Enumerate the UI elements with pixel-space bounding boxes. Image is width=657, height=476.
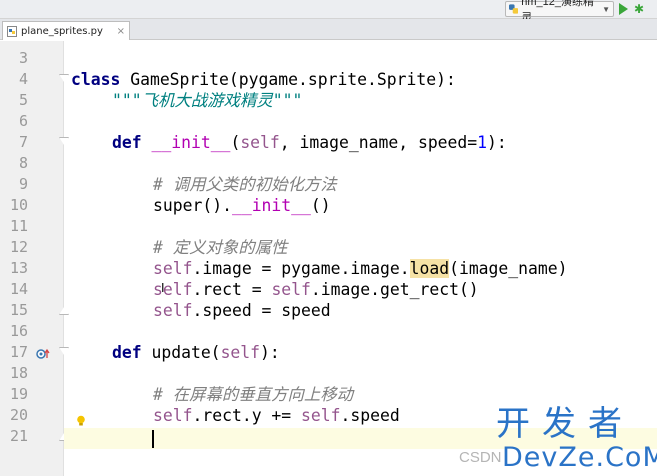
line-number: 21 bbox=[9, 427, 28, 445]
line-number: 14 bbox=[9, 280, 28, 298]
code-line-19: # 在屏幕的垂直方向上移动 bbox=[153, 385, 354, 404]
close-icon[interactable]: × bbox=[117, 26, 125, 37]
watermark-source: CSDN bbox=[459, 449, 502, 466]
python-icon bbox=[509, 4, 519, 14]
run-configuration-dropdown[interactable]: hm_12_演练精灵 ▼ bbox=[505, 0, 614, 24]
editor-tab-bar: plane_sprites.py × bbox=[0, 19, 657, 40]
override-method-icon[interactable] bbox=[36, 348, 50, 360]
line-number: 5 bbox=[18, 91, 28, 109]
line-number: 9 bbox=[18, 175, 28, 193]
line-number: 16 bbox=[9, 322, 28, 340]
text-caret bbox=[152, 430, 154, 448]
line-number: 15 bbox=[9, 301, 28, 319]
line-number: 13 bbox=[9, 259, 28, 277]
line-number: 17 bbox=[9, 343, 28, 361]
line-number: 10 bbox=[9, 196, 28, 214]
line-number: 8 bbox=[18, 154, 28, 172]
line-number: 7 bbox=[18, 133, 28, 151]
code-line-15: self.speed = speed bbox=[153, 301, 331, 320]
code-line-13: self.image = pygame.image.load(image_nam… bbox=[153, 259, 568, 278]
code-line-7: def __init__(self, image_name, speed=1): bbox=[112, 133, 507, 152]
debug-bug-icon[interactable]: ✱ bbox=[634, 2, 646, 16]
line-number-gutter: 3 4 5 6 7 8 9 10 11 12 13 14 15 16 17 18… bbox=[0, 41, 69, 476]
code-line-14: self.rect = self.image.get_rect() bbox=[153, 280, 479, 299]
code-line-4: class GameSprite(pygame.sprite.Sprite): bbox=[71, 70, 456, 89]
play-icon[interactable] bbox=[619, 3, 628, 15]
tab-plane-sprites[interactable]: plane_sprites.py × bbox=[2, 21, 130, 40]
line-number: 3 bbox=[18, 49, 28, 67]
code-line-20: self.rect.y += self.speed bbox=[153, 406, 400, 425]
tab-label: plane_sprites.py bbox=[21, 25, 103, 37]
code-line-5: """飞机大战游戏精灵""" bbox=[112, 91, 303, 110]
line-number: 18 bbox=[9, 364, 28, 382]
watermark-logo: 开发者 bbox=[496, 404, 634, 444]
chevron-down-icon: ▼ bbox=[602, 4, 610, 14]
code-line-17: def update(self): bbox=[112, 343, 280, 362]
line-number: 4 bbox=[18, 70, 28, 88]
code-line-10: super().__init__() bbox=[153, 196, 331, 215]
line-number: 19 bbox=[9, 385, 28, 403]
code-line-12: # 定义对象的属性 bbox=[153, 238, 288, 257]
python-file-icon bbox=[7, 25, 17, 37]
watermark-site: DevZe.CoM bbox=[502, 442, 657, 473]
line-number: 12 bbox=[9, 238, 28, 256]
line-number: 20 bbox=[9, 406, 28, 424]
line-number: 11 bbox=[9, 217, 28, 235]
code-line-9: # 调用父类的初始化方法 bbox=[153, 175, 337, 194]
line-number: 6 bbox=[18, 112, 28, 130]
top-toolbar: hm_12_演练精灵 ▼ ✱ bbox=[0, 0, 657, 24]
mouse-cursor-icon: I bbox=[161, 281, 165, 295]
